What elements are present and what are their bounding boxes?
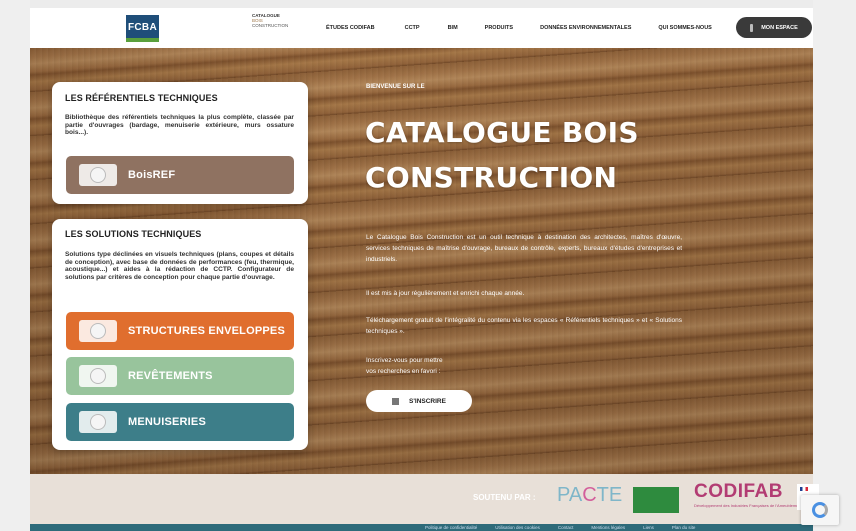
structures-icon	[79, 320, 117, 342]
footer-links: Politique de confidentialité Utilisation…	[30, 524, 813, 531]
referentiels-title: LES RÉFÉRENTIELS TECHNIQUES	[65, 93, 218, 103]
page-margin-right	[813, 0, 856, 531]
revetements-icon	[79, 365, 117, 387]
referentiels-card: LES RÉFÉRENTIELS TECHNIQUES Bibliothèque…	[52, 82, 308, 204]
revetements-label: REVÊTEMENTS	[128, 370, 213, 382]
solutions-card: LES SOLUTIONS TECHNIQUES Solutions type …	[52, 219, 308, 450]
signup-button[interactable]: S'INSCRIRE	[366, 390, 472, 412]
boisref-button[interactable]: BoisREF	[66, 156, 294, 194]
footer-link-cookies[interactable]: Utilisation des cookies	[495, 524, 540, 531]
footer-link-sitemap[interactable]: Plan du site	[672, 524, 696, 531]
signup-icon	[392, 397, 400, 405]
nav-qui-sommes-nous[interactable]: QUI SOMMES-NOUS	[658, 25, 711, 31]
user-icon	[750, 23, 754, 32]
pacte-logo-part3: TE	[596, 484, 623, 506]
french-flag-icon	[800, 487, 808, 491]
menuiseries-label: MENUISERIES	[128, 416, 206, 428]
catalogue-logo[interactable]: CATALOGUE BOIS CONSTRUCTION	[252, 13, 294, 37]
nav-produits[interactable]: PRODUITS	[485, 25, 513, 31]
fcba-logo[interactable]: FCBA	[126, 15, 159, 42]
pacte-logo[interactable]: PACTE	[557, 484, 622, 507]
menuiseries-button[interactable]: MENUISERIES	[66, 403, 294, 441]
boisref-icon	[79, 164, 117, 186]
welcome-text: BIENVENUE SUR LE	[366, 84, 425, 90]
hero-title: CATALOGUE BOIS CONSTRUCTION	[365, 110, 639, 200]
nav-cctp[interactable]: CCTP	[405, 25, 420, 31]
catalogue-logo-line3: CONSTRUCTION	[252, 23, 289, 28]
hero-title-line1: CATALOGUE BOIS	[365, 116, 639, 149]
hero-paragraph-3: Téléchargement gratuit de l'intégralité …	[366, 317, 682, 335]
recaptcha-icon	[812, 502, 828, 518]
footer-link-links[interactable]: Liens	[643, 524, 654, 531]
ministry-logo[interactable]	[633, 487, 679, 513]
hero-paragraph-1: Le Catalogue Bois Construction est un ou…	[366, 234, 682, 263]
hero-paragraph-4-line1: Inscrivez-vous pour mettre	[366, 357, 443, 364]
hero-title-line2: CONSTRUCTION	[365, 161, 618, 194]
recaptcha-badge[interactable]	[801, 495, 839, 525]
mon-espace-label: MON ESPACE	[761, 24, 798, 31]
site-header: FCBA CATALOGUE BOIS CONSTRUCTION ÉTUDES …	[30, 8, 813, 48]
nav-donnees-environnementales[interactable]: DONNÉES ENVIRONNEMENTALES	[540, 25, 631, 31]
footer-link-legal[interactable]: Mentions légales	[591, 524, 625, 531]
boisref-label: BoisREF	[128, 169, 176, 181]
hero-paragraph-4-line2: vos recherches en favori :	[366, 368, 441, 375]
solutions-title: LES SOLUTIONS TECHNIQUES	[65, 229, 202, 239]
pacte-logo-part1: PA	[557, 484, 583, 506]
pacte-logo-part2: C	[582, 484, 597, 506]
structures-label: STRUCTURES ENVELOPPES	[128, 325, 286, 337]
hero-paragraph-2: Il est mis à jour régulièrement et enric…	[366, 290, 525, 297]
solutions-description: Solutions type déclinées en visuels tech…	[65, 251, 294, 281]
referentiels-description: Bibliothèque des référentiels techniques…	[65, 114, 294, 136]
main-nav: ÉTUDES CODIFAB CCTP BIM PRODUITS DONNÉES…	[326, 8, 712, 48]
nav-etudes-codifab[interactable]: ÉTUDES CODIFAB	[326, 25, 375, 31]
hero-paragraph-4: Inscrivez-vous pour mettre vos recherche…	[366, 355, 682, 377]
nav-bim[interactable]: BIM	[448, 25, 458, 31]
footer-link-privacy[interactable]: Politique de confidentialité	[425, 524, 477, 531]
signup-label: S'INSCRIRE	[409, 397, 446, 405]
footer-link-contact[interactable]: Contact	[558, 524, 574, 531]
menuiseries-icon	[79, 411, 117, 433]
codifab-logo-text: CODIFAB	[694, 481, 783, 502]
revetements-button[interactable]: REVÊTEMENTS	[66, 357, 294, 395]
mon-espace-button[interactable]: MON ESPACE	[736, 17, 812, 38]
structures-enveloppes-button[interactable]: STRUCTURES ENVELOPPES	[66, 312, 294, 350]
page-margin-left	[0, 0, 30, 531]
soutenu-label: SOUTENU PAR :	[473, 493, 536, 502]
